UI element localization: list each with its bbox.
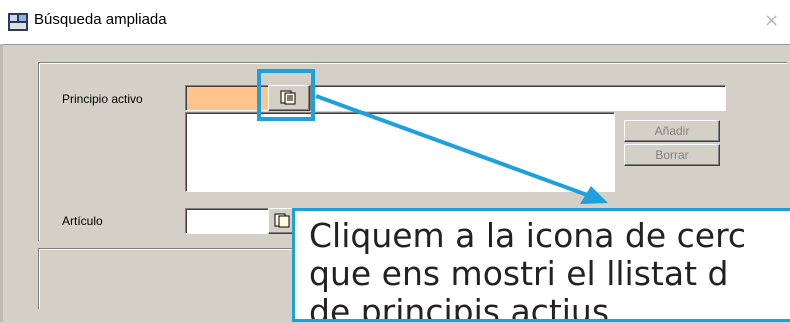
callout-line-3: de principis actius (309, 292, 610, 322)
callout-line-1: Cliquem a la icona de cerc (309, 216, 747, 255)
tutorial-callout: Cliquem a la icona de cerc que ens mostr… (292, 208, 790, 322)
callout-text: Cliquem a la icona de cerc que ens mostr… (309, 216, 790, 322)
callout-line-2: que ens mostri el llistat d (309, 254, 729, 293)
